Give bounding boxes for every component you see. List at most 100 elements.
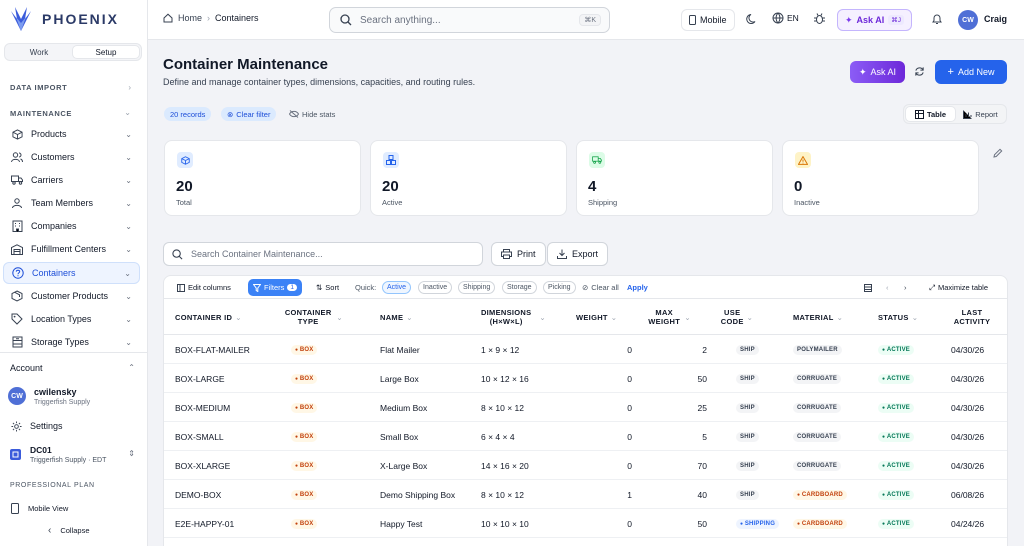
setup-tab[interactable]: Setup (72, 45, 140, 59)
status-badge: ● ACTIVE (878, 373, 915, 384)
column-header[interactable]: CONTAINER ID ⌄ (175, 299, 242, 335)
table-row[interactable]: BOX-MEDIUM ● BOX Medium Box 8 × 10 × 12 0 25 S… (164, 393, 1007, 422)
ask-ai-top-button[interactable]: ✦ Ask AI ⌘J (837, 9, 912, 31)
data-import-section[interactable]: DATA IMPORT (10, 83, 67, 92)
column-header-label: DIMENSIONS (H×W×L) (480, 308, 532, 326)
table-row[interactable]: DEMO-BOX ● BOX Demo Shipping Box 8 × 10 × 1… (164, 480, 1007, 509)
chevron-left-icon[interactable]: ‹ (886, 280, 889, 295)
sidebar-item-products[interactable]: Products ⌄ (3, 123, 140, 145)
print-button[interactable]: Print (491, 242, 546, 266)
moon-icon[interactable] (746, 13, 758, 25)
bell-icon[interactable] (931, 13, 943, 25)
cell-dims: 8 × 10 × 12 (481, 393, 524, 422)
use-badge: ● SHIPPING (736, 518, 780, 529)
weight-value: 0 (627, 402, 632, 413)
column-header[interactable]: USE CODE ⌄ (721, 299, 753, 335)
maximize-table-button[interactable]: ⤢ Maximize table (929, 280, 988, 295)
stat-value: 4 (588, 178, 597, 195)
edit-columns-button[interactable]: Edit columns (177, 280, 231, 295)
hide-stats-button[interactable]: Hide stats (283, 107, 341, 121)
view-table-button[interactable]: Table (905, 106, 956, 122)
export-button[interactable]: Export (547, 242, 609, 266)
expand-icon: ⤢ (929, 282, 935, 292)
user-name[interactable]: Craig (984, 14, 1007, 24)
sidebar-item-containers[interactable]: Containers ⌄ (3, 262, 140, 284)
sidebar-item-storage-types[interactable]: Storage Types ⌄ (3, 331, 140, 353)
avatar[interactable]: CW (8, 387, 26, 405)
clear-all-label: Clear all (591, 283, 619, 292)
date-value: 04/30/26 (951, 460, 985, 471)
column-header[interactable]: DIMENSIONS (H×W×L) ⌄ (476, 299, 546, 335)
work-tab[interactable]: Work (6, 45, 72, 59)
sidebar-item-label: Location Types (31, 314, 92, 324)
quick-filter-storage[interactable]: Storage (502, 281, 537, 294)
cell-max: 25 (669, 393, 707, 422)
column-header[interactable]: LAST ACTIVITY (948, 299, 996, 335)
pencil-icon[interactable] (993, 148, 1003, 158)
material-value: POLYMAILER (797, 346, 838, 353)
cell-status: ● ACTIVE (878, 422, 915, 451)
mobile-button[interactable]: Mobile (681, 9, 735, 31)
column-header[interactable]: STATUS ⌄ (878, 299, 918, 335)
gear-icon (11, 420, 22, 432)
column-header[interactable]: WEIGHT ⌄ (576, 299, 617, 335)
column-header[interactable]: CONTAINER TYPE ⌄ (283, 299, 343, 335)
chevron-right-icon[interactable]: › (904, 280, 907, 295)
table-row[interactable]: E2E-HAPPY-01 ● BOX Happy Test 10 × 10 × 10 0… (164, 509, 1007, 538)
column-header[interactable]: MATERIAL ⌄ (793, 299, 843, 335)
filters-button[interactable]: Filters 1 (248, 279, 303, 296)
density-icon[interactable] (864, 280, 872, 295)
table-row[interactable]: BOX-FLAT-MAILER ● BOX Flat Mailer 1 × 9 × 1… (164, 335, 1007, 364)
logo[interactable]: PHOENIX (6, 4, 119, 34)
type-value: BOX (299, 491, 314, 498)
language-selector[interactable]: EN (772, 12, 799, 24)
quick-filter-active[interactable]: Active (382, 281, 412, 294)
chevron-up-icon[interactable]: ⌃ (128, 363, 135, 372)
sidebar-item-customer-products[interactable]: Customer Products ⌄ (3, 285, 140, 307)
collapse-button[interactable]: ‹ Collapse (48, 525, 90, 536)
add-new-label: Add New (957, 67, 995, 77)
bug-icon[interactable] (813, 12, 826, 25)
global-search-input[interactable]: Search anything... ⌘K (329, 7, 610, 33)
table-row[interactable]: BOX-LARGE ● BOX Large Box 10 × 12 × 16 0 50 SH… (164, 364, 1007, 393)
sidebar-item-carriers[interactable]: Carriers ⌄ (3, 169, 140, 191)
quick-filter-inactive[interactable]: Inactive (418, 281, 453, 294)
clear-filter-button[interactable]: ⊗ Clear filter (221, 107, 277, 121)
material-value: CARDBOARD (801, 491, 843, 498)
table-row[interactable]: BOX-XLARGE ● BOX X-Large Box 14 × 16 × 20 0 7… (164, 451, 1007, 480)
quick-filter-picking[interactable]: Picking (543, 281, 576, 294)
clear-all-button[interactable]: ⊘ Clear all (582, 280, 619, 295)
material-badge: ● CARDBOARD (793, 518, 847, 529)
settings-link[interactable]: Settings (3, 417, 143, 435)
warehouse-icon (11, 243, 23, 255)
ask-ai-button[interactable]: ✦ Ask AI (850, 61, 905, 83)
sidebar-item-customers[interactable]: Customers ⌄ (3, 146, 140, 168)
cell-type: ● BOX (291, 393, 318, 422)
maintenance-section[interactable]: MAINTENANCE (10, 109, 72, 118)
max-value: 40 (697, 489, 707, 500)
max-value: 2 (702, 344, 707, 355)
table-search-input[interactable]: Search Container Maintenance... (163, 242, 483, 266)
dims-value: 8 × 10 × 12 (481, 489, 525, 500)
sort-button[interactable]: ⇅ Sort (316, 280, 339, 295)
mobile-view-link[interactable]: Mobile View (3, 500, 143, 516)
cell-dims: 6 × 4 × 4 (481, 422, 515, 451)
apply-button[interactable]: Apply (627, 280, 648, 295)
column-header[interactable]: MAX WEIGHT ⌄ (647, 299, 691, 335)
refresh-icon[interactable] (914, 66, 925, 77)
sidebar-item-companies[interactable]: Companies ⌄ (3, 215, 140, 237)
plan-label: PROFESSIONAL PLAN (10, 482, 95, 489)
sidebar-item-fulfillment-centers[interactable]: Fulfillment Centers ⌄ (3, 238, 140, 260)
view-report-button[interactable]: Report (956, 106, 1005, 122)
dc-selector[interactable]: DC01 Triggerfish Supply · EDT ⇕ (3, 443, 143, 469)
avatar[interactable]: CW (958, 10, 978, 30)
date-value: 04/24/26 (951, 518, 985, 529)
sidebar-item-team-members[interactable]: Team Members ⌄ (3, 192, 140, 214)
quick-filter-shipping[interactable]: Shipping (458, 281, 496, 294)
breadcrumb-home[interactable]: Home (178, 13, 202, 23)
stat-card-inactive: 0 Inactive (782, 140, 979, 216)
add-new-button[interactable]: + Add New (935, 60, 1007, 84)
column-header[interactable]: NAME ⌄ (380, 299, 413, 335)
sidebar-item-location-types[interactable]: Location Types ⌄ (3, 308, 140, 330)
table-row[interactable]: BOX-SMALL ● BOX Small Box 6 × 4 × 4 0 5 SHIP CO… (164, 422, 1007, 451)
